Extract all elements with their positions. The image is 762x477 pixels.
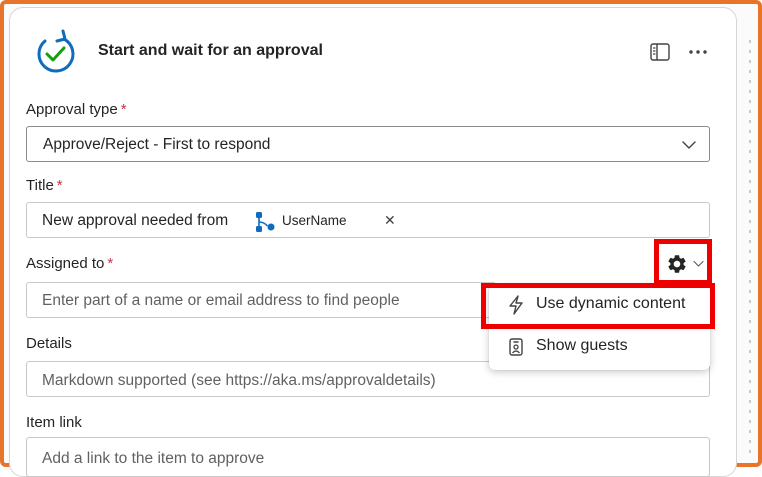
guest-badge-icon	[509, 338, 523, 356]
gear-icon	[668, 255, 686, 273]
title-label: Title *	[26, 177, 63, 194]
title-value-text: New approval needed from	[42, 212, 229, 229]
menu-item-use-dynamic-content[interactable]: Use dynamic content	[489, 285, 710, 325]
title-input[interactable]: New approval needed from UserName ✕	[26, 202, 710, 238]
lightning-icon	[509, 295, 523, 315]
settings-button-highlight[interactable]	[654, 239, 712, 285]
menu-item-label: Use dynamic content	[536, 295, 686, 312]
token-label: UserName	[282, 213, 347, 228]
menu-item-label: Show guests	[536, 337, 628, 354]
item-link-input[interactable]: Add a link to the item to approve	[26, 437, 710, 477]
approval-type-value: Approve/Reject - First to respond	[43, 136, 271, 153]
side-panel-icon[interactable]	[648, 40, 672, 64]
assigned-to-input[interactable]: Enter part of a name or email address to…	[26, 282, 496, 318]
action-card	[9, 7, 737, 477]
flow-variable-icon	[256, 212, 275, 232]
required-marker: *	[56, 177, 63, 194]
chevron-down-icon	[682, 141, 696, 149]
required-marker: *	[107, 255, 114, 272]
approval-type-label: Approval type *	[26, 101, 127, 118]
settings-menu: Use dynamic content Show guests	[489, 285, 710, 370]
action-title: Start and wait for an approval	[98, 42, 323, 59]
assigned-to-label: Assigned to *	[26, 255, 114, 272]
menu-item-show-guests[interactable]: Show guests	[489, 327, 710, 367]
approval-refresh-check-icon	[37, 29, 75, 73]
item-link-placeholder: Add a link to the item to approve	[42, 450, 265, 467]
required-marker: *	[120, 101, 127, 118]
scroll-track	[749, 40, 751, 460]
token-remove-icon[interactable]: ✕	[384, 212, 396, 229]
details-placeholder: Markdown supported (see https://aka.ms/a…	[42, 372, 436, 389]
more-horizontal-icon[interactable]	[686, 40, 710, 64]
chevron-down-icon	[693, 260, 704, 267]
assigned-to-placeholder: Enter part of a name or email address to…	[42, 292, 400, 309]
item-link-label: Item link	[26, 414, 82, 431]
approval-type-dropdown[interactable]: Approve/Reject - First to respond	[26, 126, 710, 162]
details-label: Details	[26, 335, 72, 352]
